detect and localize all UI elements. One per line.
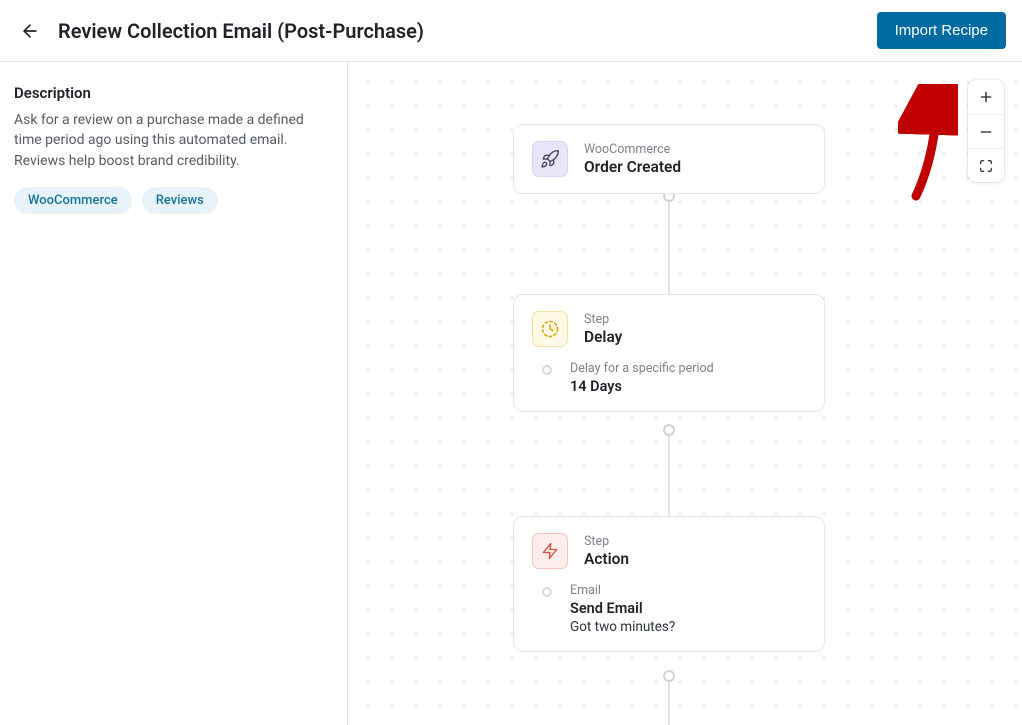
sub-pretitle: Delay for a specific period [570,361,714,376]
sub-text: Delay for a specific period 14 Days [570,361,714,395]
fit-view-button[interactable] [968,148,1004,182]
zoom-controls [968,80,1004,182]
expand-icon [979,159,993,173]
page-header: Review Collection Email (Post-Purchase) … [0,0,1022,62]
sub-pretitle: Email [570,583,675,598]
page-body: Description Ask for a review on a purcha… [0,62,1022,725]
sub-extra: Got two minutes? [570,619,675,635]
sub-title: 14 Days [570,378,714,395]
annotation-arrow [898,84,958,204]
node-sub-row: Email Send Email Got two minutes? [532,583,806,635]
sub-text: Email Send Email Got two minutes? [570,583,675,635]
node-title: Order Created [584,158,681,176]
tag-woocommerce[interactable]: WooCommerce [14,187,132,214]
connector-dot [663,424,675,436]
description-heading: Description [14,84,329,102]
rocket-icon [532,141,568,177]
clock-icon [532,311,568,347]
sub-dot [542,587,552,597]
sub-dot [542,365,552,375]
flow-node-action[interactable]: Step Action Email Send Email Got two min… [513,516,825,652]
node-title: Delay [584,328,622,346]
node-text: Step Action [584,534,629,568]
zoom-in-button[interactable] [968,80,1004,114]
back-button[interactable] [16,17,44,45]
node-sub-row: Delay for a specific period 14 Days [532,361,806,395]
node-header: Step Delay [532,311,806,347]
flow-node-delay[interactable]: Step Delay Delay for a specific period 1… [513,294,825,412]
connector-line [668,676,670,725]
tag-group: WooCommerce Reviews [14,187,329,214]
flow-node-trigger[interactable]: WooCommerce Order Created [513,124,825,194]
flow-canvas[interactable]: WooCommerce Order Created Step Delay Del… [348,62,1022,725]
page-title: Review Collection Email (Post-Purchase) [58,19,424,43]
plus-icon [978,89,994,105]
node-pretitle: WooCommerce [584,142,681,157]
tag-reviews[interactable]: Reviews [142,187,218,214]
node-header: WooCommerce Order Created [532,141,806,177]
node-header: Step Action [532,533,806,569]
import-recipe-button[interactable]: Import Recipe [877,12,1006,49]
lightning-icon [532,533,568,569]
sidebar: Description Ask for a review on a purcha… [0,62,348,725]
minus-icon [978,124,994,140]
zoom-out-button[interactable] [968,114,1004,148]
connector-line [668,430,670,520]
sub-title: Send Email [570,600,675,617]
arrow-left-icon [20,21,40,41]
header-left: Review Collection Email (Post-Purchase) [16,17,424,45]
node-title: Action [584,550,629,568]
description-text: Ask for a review on a purchase made a de… [14,110,314,171]
connector-dot [663,670,675,682]
node-text: Step Delay [584,312,622,346]
node-text: WooCommerce Order Created [584,142,681,176]
node-pretitle: Step [584,534,629,549]
node-pretitle: Step [584,312,622,327]
connector-line [668,190,670,298]
